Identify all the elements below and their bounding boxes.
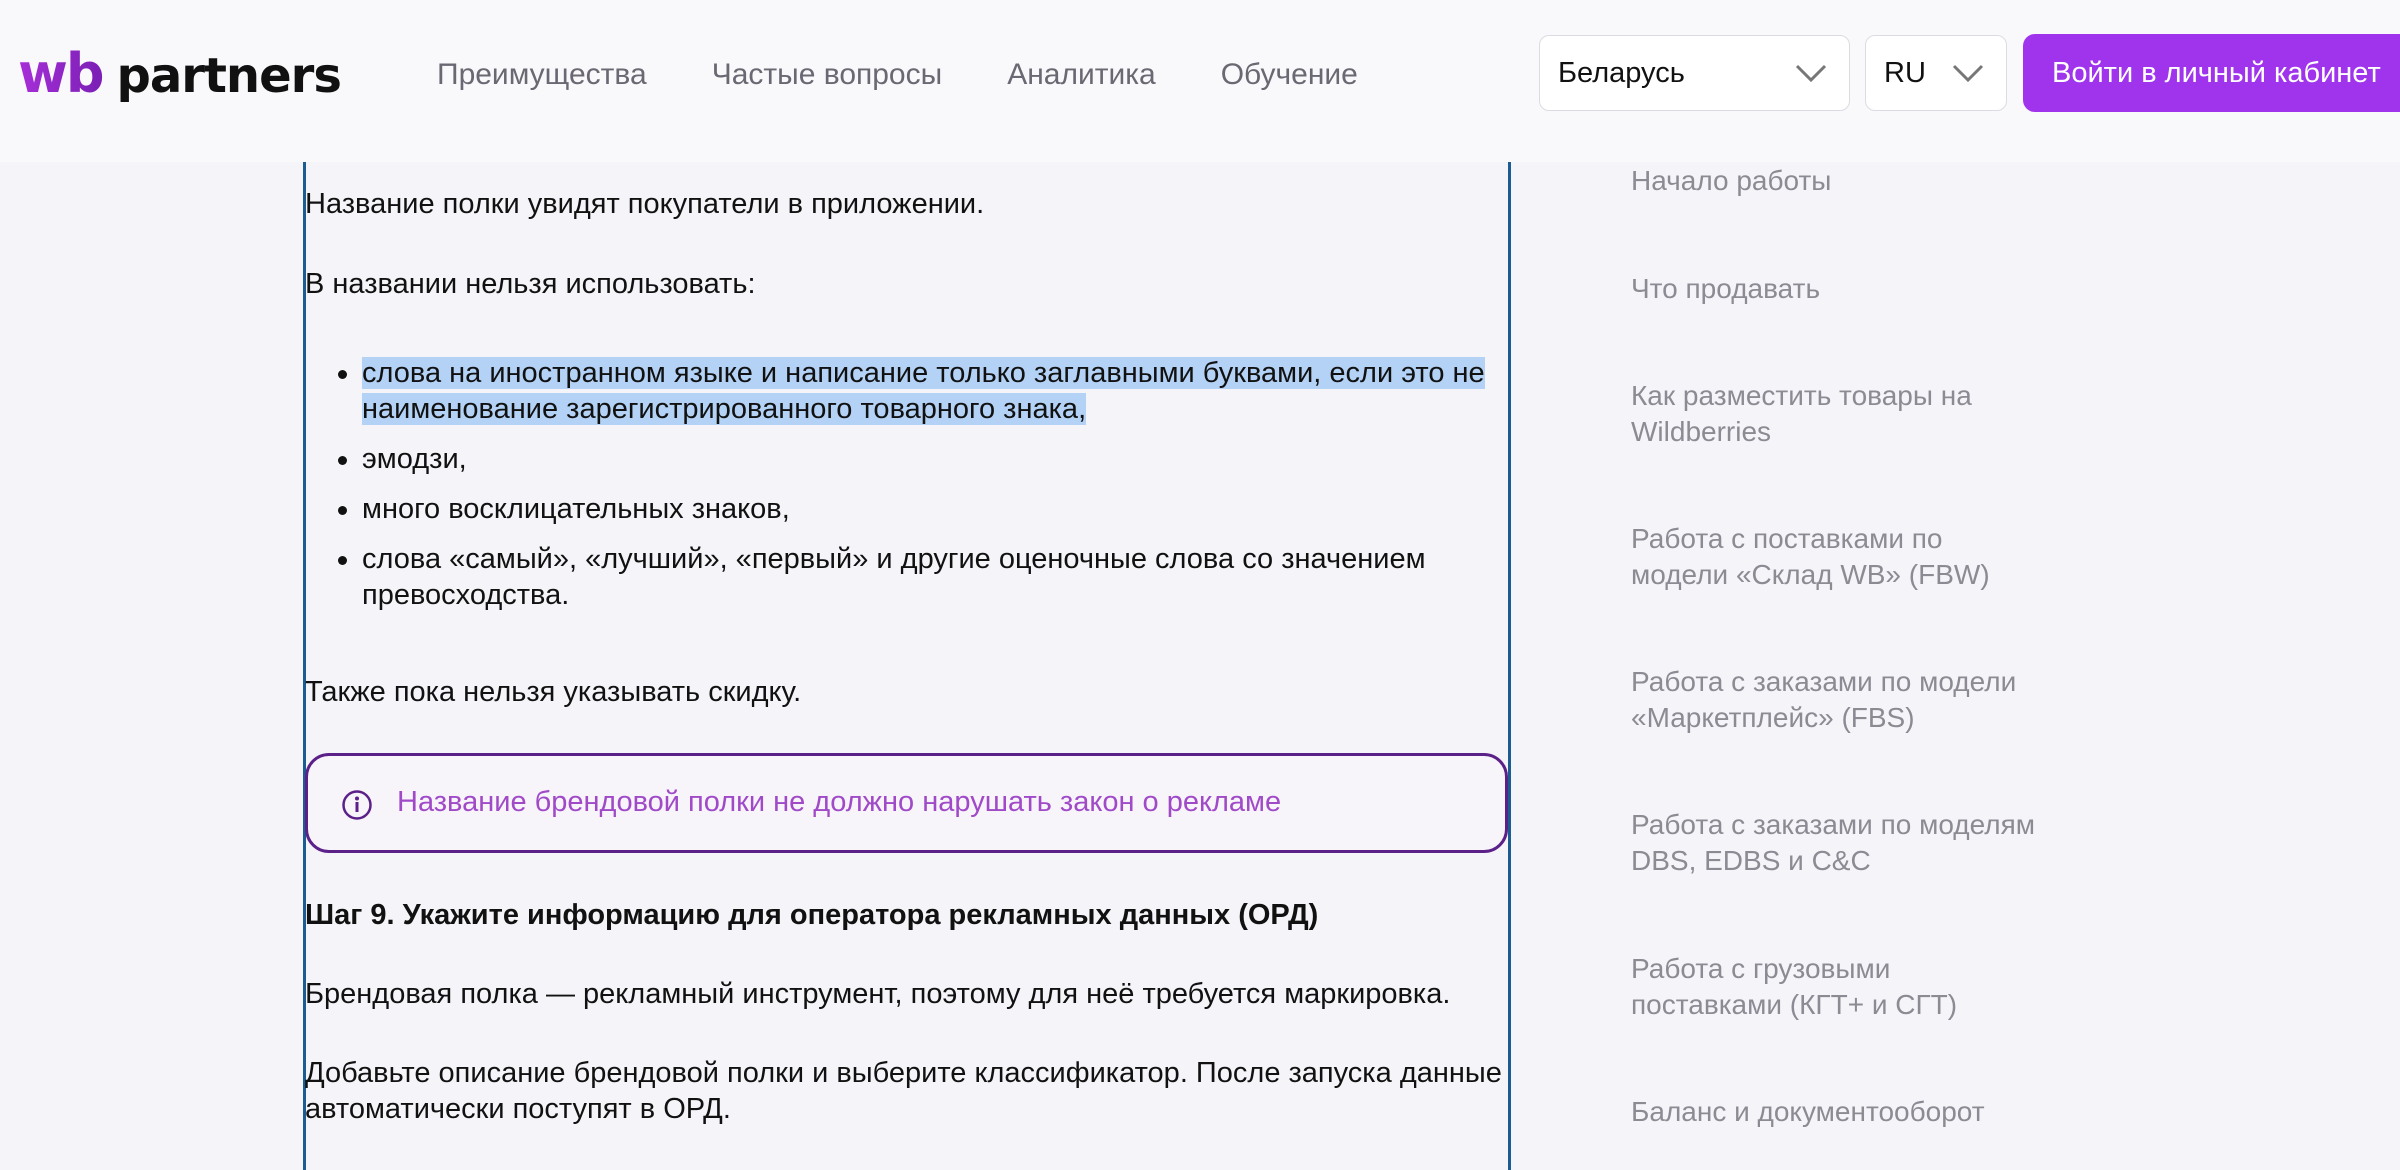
logo-partners-text: partners bbox=[116, 48, 342, 104]
sidebar-item-what-to-sell[interactable]: Что продавать bbox=[1631, 271, 1820, 307]
sidebar-item-label: Работа с грузовыми bbox=[1631, 953, 1891, 984]
sidebar-item-label: «Маркетплейс» (FBS) bbox=[1631, 702, 1915, 733]
sidebar-item-balance[interactable]: Баланс и документооборот bbox=[1631, 1094, 1985, 1130]
info-icon bbox=[342, 790, 372, 820]
logo-wb-text: wb bbox=[18, 42, 105, 105]
selected-text: слова на иностранном языке и написание т… bbox=[362, 357, 1485, 389]
article-paragraph: Также пока нельзя указывать скидку. bbox=[305, 676, 802, 708]
country-select-value: Беларусь bbox=[1558, 56, 1685, 89]
list-item: слова «самый», «лучший», «первый» и друг… bbox=[305, 541, 1505, 613]
sidebar-item-label: Как разместить товары на bbox=[1631, 380, 1972, 411]
site-header: wb partners Преимущества Частые вопросы … bbox=[0, 0, 2400, 162]
selected-text: наименование зарегистрированного товарно… bbox=[362, 393, 1087, 425]
chevron-down-icon bbox=[1795, 64, 1827, 83]
sidebar-item-fbw[interactable]: Работа с поставками по модели «Склад WB»… bbox=[1631, 521, 1990, 593]
restrictions-list: слова на иностранном языке и написание т… bbox=[305, 355, 1505, 613]
article-paragraph: Название полки увидят покупатели в прило… bbox=[305, 188, 985, 220]
nav-advantages[interactable]: Преимущества bbox=[437, 58, 647, 92]
language-select[interactable]: RU bbox=[1865, 35, 2007, 111]
sidebar-item-label: Баланс и документооборот bbox=[1631, 1096, 1985, 1127]
sidebar-item-getting-started[interactable]: Начало работы bbox=[1631, 163, 1831, 199]
step-heading: Шаг 9. Укажите информацию для оператора … bbox=[305, 899, 1319, 931]
sidebar-item-place-products[interactable]: Как разместить товары на Wildberries bbox=[1631, 378, 1972, 450]
list-item: много восклицательных знаков, bbox=[305, 491, 1505, 527]
sidebar-item-label: Работа с заказами по моделям bbox=[1631, 809, 2036, 840]
sidebar-item-dbs[interactable]: Работа с заказами по моделям DBS, EDBS и… bbox=[1631, 807, 2035, 879]
login-button[interactable]: Войти в личный кабинет bbox=[2023, 34, 2400, 112]
list-item-text: слова «самый», «лучший», «первый» и друг… bbox=[362, 543, 1426, 575]
wb-partners-logo[interactable]: wb partners bbox=[18, 42, 342, 112]
list-item: слова на иностранном языке и написание т… bbox=[305, 355, 1505, 427]
sidebar-item-kgt[interactable]: Работа с грузовыми поставками (КГТ+ и СГ… bbox=[1631, 951, 1957, 1023]
article-paragraph: Добавьте описание брендовой полки и выбе… bbox=[305, 1055, 1502, 1127]
sidebar-item-label: модели «Склад WB» (FBW) bbox=[1631, 559, 1990, 590]
info-callout: Название брендовой полки не должно наруш… bbox=[305, 753, 1508, 853]
sidebar-item-label: Работа с заказами по модели bbox=[1631, 666, 2017, 697]
sidebar-item-label: Wildberries bbox=[1631, 416, 1772, 447]
sidebar-item-label: Начало работы bbox=[1631, 165, 1832, 196]
list-item-text: превосходства. bbox=[362, 579, 570, 611]
nav-faq[interactable]: Частые вопросы bbox=[712, 58, 942, 92]
list-item: эмодзи, bbox=[305, 441, 1505, 477]
sidebar-item-fbs[interactable]: Работа с заказами по модели «Маркетплейс… bbox=[1631, 664, 2016, 736]
sidebar-item-label: DBS, EDBS и C&C bbox=[1631, 845, 1871, 876]
sidebar-item-label: Что продавать bbox=[1631, 273, 1821, 304]
article-paragraph: Брендовая полка — рекламный инструмент, … bbox=[305, 978, 1451, 1010]
paragraph-line: Добавьте описание брендовой полки и выбе… bbox=[305, 1057, 1502, 1089]
language-select-value: RU bbox=[1884, 56, 1926, 89]
article-paragraph: В названии нельзя использовать: bbox=[305, 268, 756, 300]
nav-analytics[interactable]: Аналитика bbox=[1007, 58, 1156, 92]
sidebar-item-label: поставками (КГТ+ и СГТ) bbox=[1631, 989, 1958, 1020]
article-frame bbox=[303, 162, 1511, 1170]
sidebar-item-label: Работа с поставками по bbox=[1631, 523, 1943, 554]
callout-text: Название брендовой полки не должно наруш… bbox=[397, 786, 1282, 818]
login-button-label: Войти в личный кабинет bbox=[2052, 56, 2381, 89]
country-select[interactable]: Беларусь bbox=[1539, 35, 1850, 111]
paragraph-line: автоматически поступят в ОРД. bbox=[305, 1093, 731, 1125]
chevron-down-icon bbox=[1952, 64, 1984, 83]
list-item-text: эмодзи, bbox=[362, 443, 467, 475]
list-item-text: много восклицательных знаков, bbox=[362, 493, 790, 525]
main-nav: Преимущества Частые вопросы Аналитика Об… bbox=[437, 0, 1423, 150]
nav-learning[interactable]: Обучение bbox=[1221, 58, 1358, 92]
